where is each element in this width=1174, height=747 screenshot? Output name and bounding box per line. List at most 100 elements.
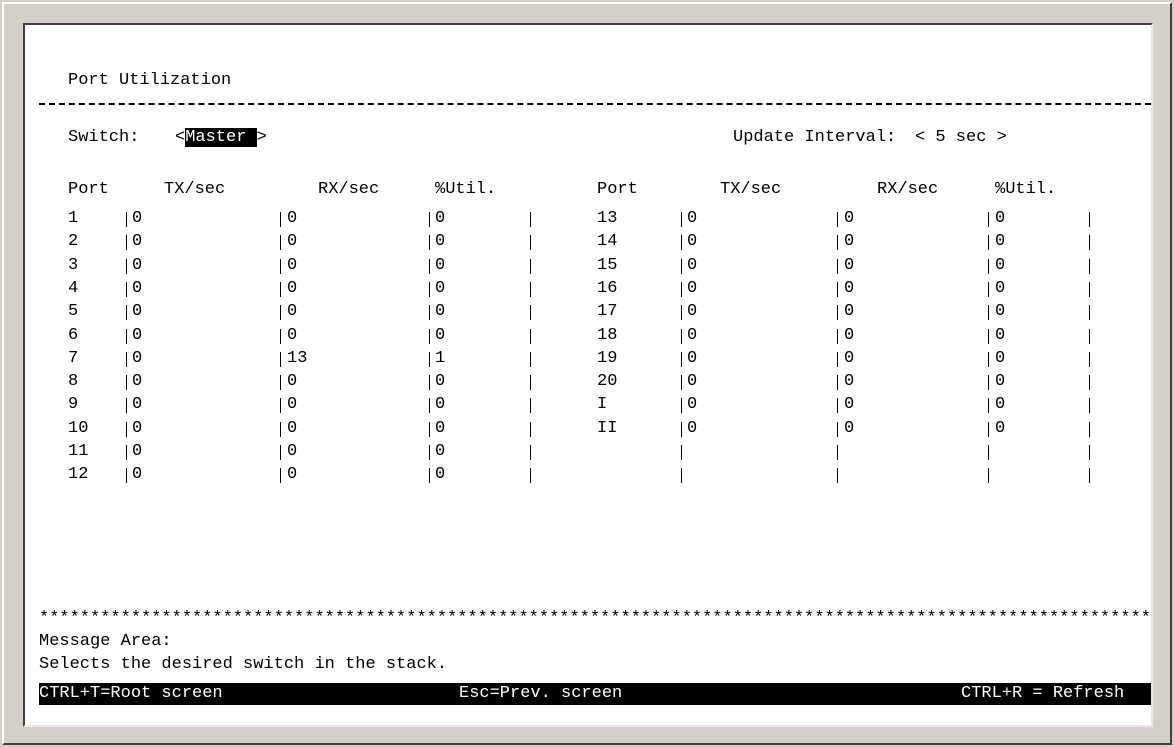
column-divider (429, 375, 430, 390)
update-interval-value[interactable]: 5 sec (935, 128, 986, 147)
cell-util: 0 (435, 326, 446, 345)
cell-port: 16 (597, 279, 618, 298)
column-divider (1089, 398, 1090, 413)
cell-port: 13 (597, 209, 618, 228)
column-divider (280, 468, 281, 483)
column-divider (280, 282, 281, 297)
col-header-rx-right: RX/sec (877, 180, 939, 199)
column-divider (988, 375, 989, 390)
column-divider (988, 398, 989, 413)
cell-tx: 0 (687, 419, 698, 438)
cell-rx: 0 (287, 209, 298, 228)
cell-tx: 0 (687, 209, 698, 228)
column-divider (280, 329, 281, 344)
cell-util: 0 (995, 209, 1006, 228)
root-screen-shortcut[interactable]: CTRL+T=Root screen (39, 684, 223, 704)
switch-value[interactable]: Master (185, 128, 247, 147)
cell-util: 0 (435, 279, 446, 298)
column-divider (126, 282, 127, 297)
cell-rx: 0 (844, 232, 855, 251)
column-divider (429, 352, 430, 367)
cell-rx: 0 (287, 395, 298, 414)
cell-rx: 0 (287, 442, 298, 461)
column-divider (530, 468, 531, 483)
cell-rx: 0 (287, 232, 298, 251)
column-divider (681, 445, 682, 460)
column-divider (1089, 445, 1090, 460)
column-divider (837, 212, 838, 227)
column-divider (126, 305, 127, 320)
column-divider (681, 329, 682, 344)
column-divider (1089, 352, 1090, 367)
column-divider (429, 235, 430, 250)
column-divider (837, 468, 838, 483)
cell-tx: 0 (687, 349, 698, 368)
cell-util: 0 (995, 326, 1006, 345)
footer-bar: CTRL+T=Root screen Esc=Prev. screen CTRL… (39, 683, 1151, 705)
column-divider (681, 375, 682, 390)
column-divider (837, 445, 838, 460)
cell-rx: 0 (844, 302, 855, 321)
column-divider (1089, 422, 1090, 437)
column-divider (837, 375, 838, 390)
update-interval-selector[interactable]: < 5 sec > (915, 128, 1007, 148)
cell-util: 1 (435, 349, 446, 368)
column-divider (988, 212, 989, 227)
cell-port: 9 (68, 395, 79, 414)
column-divider (681, 259, 682, 274)
cell-port: 5 (68, 302, 79, 321)
cell-util: 0 (995, 395, 1006, 414)
cell-tx: 0 (132, 209, 143, 228)
cell-rx: 0 (287, 326, 298, 345)
message-separator: ****************************************… (39, 609, 1151, 628)
column-divider (280, 305, 281, 320)
cell-util: 0 (435, 465, 446, 484)
cell-tx: 0 (132, 256, 143, 275)
switch-selector[interactable]: <Master > (175, 128, 267, 148)
cell-tx: 0 (132, 326, 143, 345)
column-divider (988, 422, 989, 437)
cell-util: 0 (435, 419, 446, 438)
column-divider (681, 352, 682, 367)
column-divider (126, 329, 127, 344)
column-divider (280, 422, 281, 437)
cell-tx: 0 (132, 395, 143, 414)
col-header-port-left: Port (68, 180, 109, 199)
cell-util: 0 (435, 256, 446, 275)
column-divider (530, 305, 531, 320)
cell-rx: 0 (844, 419, 855, 438)
column-divider (530, 422, 531, 437)
switch-label: Switch: (68, 128, 140, 147)
column-divider (429, 422, 430, 437)
column-divider (126, 468, 127, 483)
column-divider (1089, 259, 1090, 274)
column-divider (429, 329, 430, 344)
column-divider (837, 259, 838, 274)
column-divider (681, 212, 682, 227)
column-divider (988, 282, 989, 297)
column-divider (530, 329, 531, 344)
cell-port: 7 (68, 349, 79, 368)
column-divider (988, 259, 989, 274)
cell-tx: 0 (132, 232, 143, 251)
cell-rx: 0 (844, 209, 855, 228)
cell-util: 0 (995, 349, 1006, 368)
column-divider (1089, 305, 1090, 320)
cell-rx: 0 (287, 419, 298, 438)
column-divider (126, 398, 127, 413)
column-divider (126, 352, 127, 367)
column-divider (280, 375, 281, 390)
column-divider (1089, 235, 1090, 250)
column-divider (1089, 282, 1090, 297)
page-title: Port Utilization (68, 71, 232, 90)
cell-port: 18 (597, 326, 618, 345)
column-divider (280, 259, 281, 274)
prev-screen-shortcut[interactable]: Esc=Prev. screen (459, 684, 622, 704)
refresh-shortcut[interactable]: CTRL+R = Refresh (961, 684, 1124, 704)
cell-tx: 0 (132, 302, 143, 321)
column-divider (837, 305, 838, 320)
column-divider (429, 282, 430, 297)
column-divider (1089, 329, 1090, 344)
cell-tx: 0 (687, 256, 698, 275)
cell-rx: 0 (844, 279, 855, 298)
